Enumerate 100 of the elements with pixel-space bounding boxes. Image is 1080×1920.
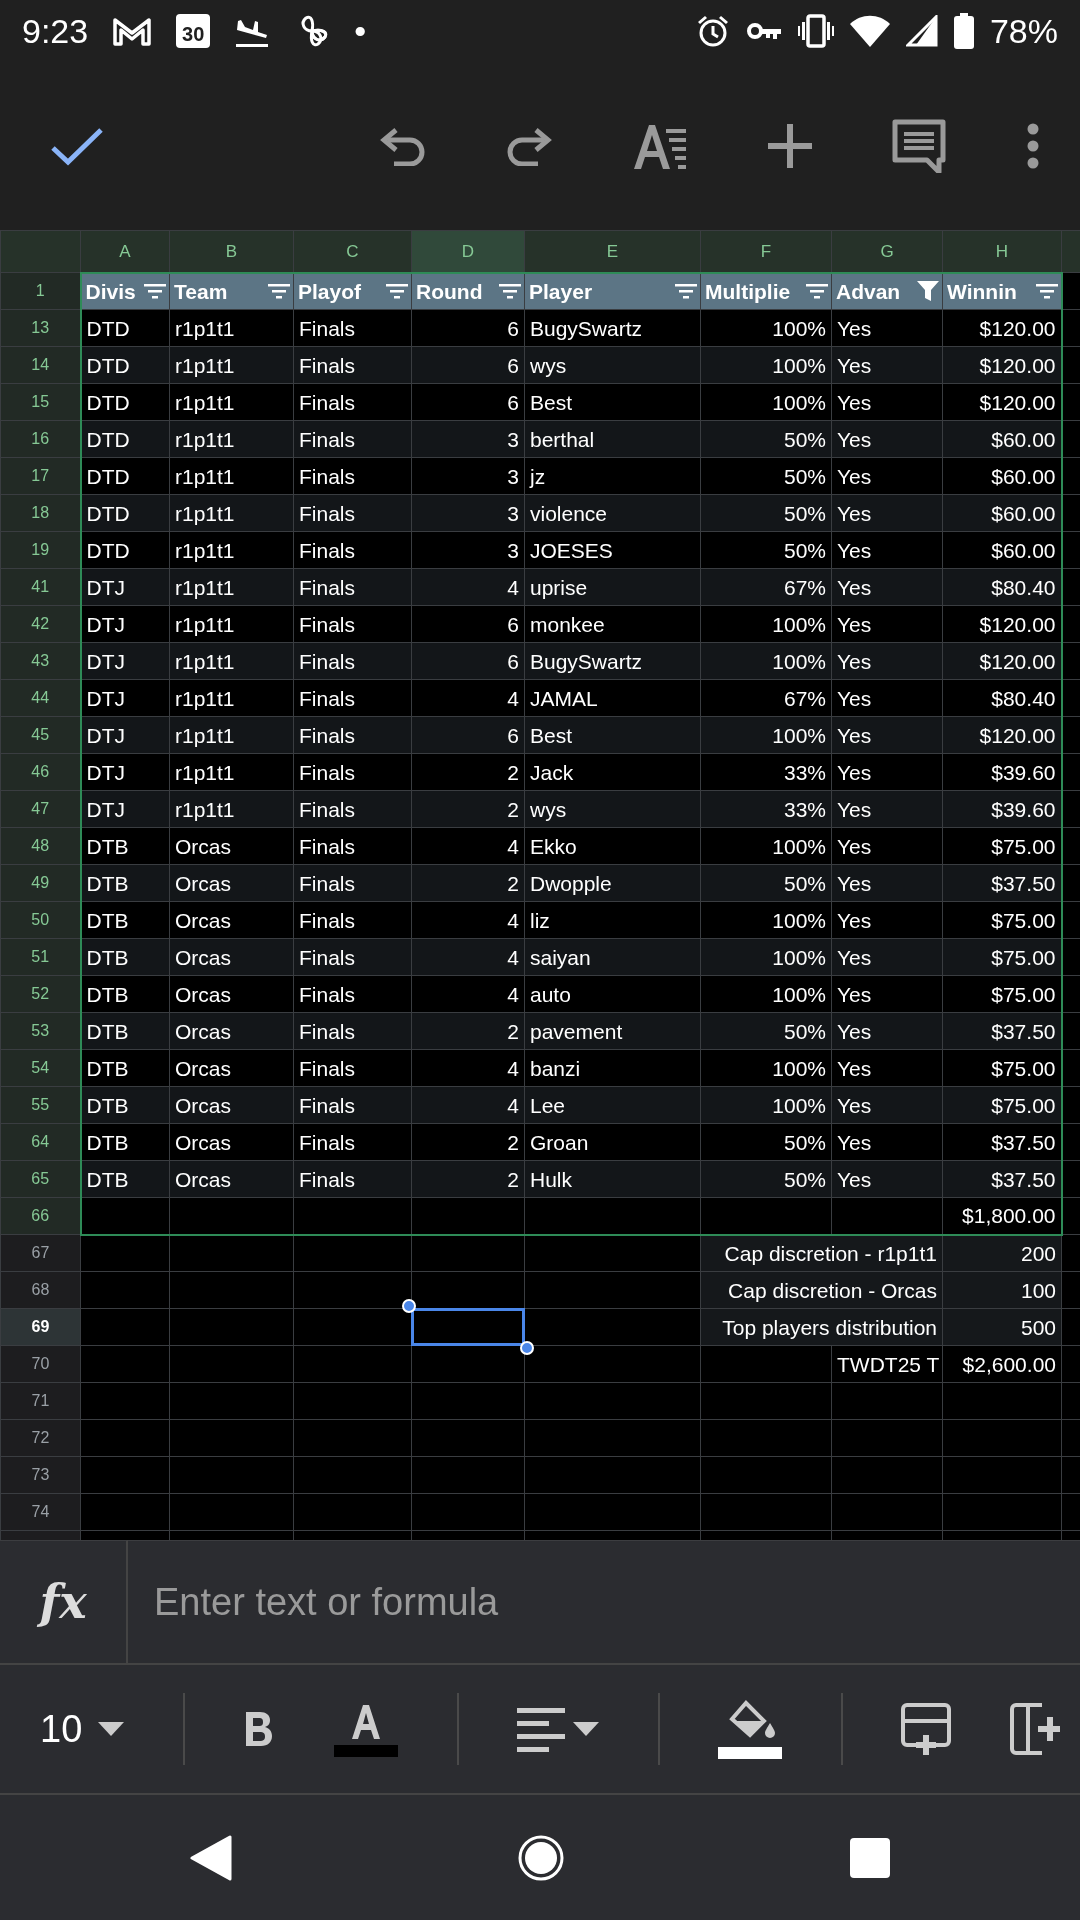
table-cell[interactable]: $75.00 xyxy=(942,1086,1062,1124)
table-cell[interactable]: DTB xyxy=(80,1086,170,1124)
row-number[interactable]: 53 xyxy=(0,1012,81,1050)
table-cell[interactable]: 4 xyxy=(411,938,525,976)
table-cell[interactable]: 67% xyxy=(700,679,832,717)
table-cell[interactable]: Finals xyxy=(293,975,412,1013)
filter-icon[interactable] xyxy=(268,283,290,300)
table-cell[interactable]: 3 xyxy=(411,457,525,495)
table-cell[interactable]: jz xyxy=(524,457,701,495)
table-cell[interactable]: r1p1t1 xyxy=(169,605,294,643)
table-cell[interactable]: 50% xyxy=(700,457,832,495)
row-number[interactable]: 48 xyxy=(0,827,81,865)
table-cell[interactable]: 100% xyxy=(700,346,832,384)
funnel-icon[interactable] xyxy=(917,281,939,302)
row-number[interactable]: 70 xyxy=(0,1345,81,1383)
table-cell[interactable]: Finals xyxy=(293,531,412,569)
filter-icon[interactable] xyxy=(1035,283,1058,300)
undo-icon[interactable] xyxy=(380,126,426,166)
table-cell[interactable]: Finals xyxy=(293,494,412,532)
table-cell[interactable]: wys xyxy=(524,346,701,384)
table-cell[interactable]: Orcas xyxy=(169,1012,294,1050)
table-cell[interactable]: Yes xyxy=(831,1160,943,1198)
table-cell[interactable]: 4 xyxy=(411,827,525,865)
table-cell[interactable]: berthal xyxy=(524,420,701,458)
table-cell[interactable]: banzi xyxy=(524,1049,701,1087)
table-cell[interactable]: auto xyxy=(524,975,701,1013)
table-cell[interactable]: Finals xyxy=(293,1012,412,1050)
table-cell[interactable]: r1p1t1 xyxy=(169,642,294,680)
insert-column-icon[interactable] xyxy=(1009,1703,1060,1755)
table-cell[interactable]: 100% xyxy=(700,1049,832,1087)
table-cell[interactable]: Finals xyxy=(293,1086,412,1124)
table-cell[interactable]: Finals xyxy=(293,457,412,495)
table-cell[interactable]: DTB xyxy=(80,1160,170,1198)
plus-icon[interactable] xyxy=(768,124,812,168)
table-cell[interactable]: Groan xyxy=(524,1123,701,1161)
table-cell[interactable]: 50% xyxy=(700,864,832,902)
table-cell[interactable]: Finals xyxy=(293,346,412,384)
insert-row-icon[interactable] xyxy=(901,1703,952,1755)
row-number[interactable]: 41 xyxy=(0,568,81,606)
row-number[interactable]: 18 xyxy=(0,494,81,532)
table-cell[interactable]: 33% xyxy=(700,790,832,828)
row-number[interactable]: 72 xyxy=(0,1419,81,1457)
table-cell[interactable]: $37.50 xyxy=(942,864,1062,902)
more-options-icon[interactable] xyxy=(1026,123,1040,169)
row-number[interactable]: 68 xyxy=(0,1271,81,1309)
table-cell[interactable]: $120.00 xyxy=(942,716,1062,754)
table-cell[interactable]: Best xyxy=(524,383,701,421)
table-cell[interactable]: $80.40 xyxy=(942,568,1062,606)
table-cell[interactable]: $39.60 xyxy=(942,790,1062,828)
table-cell[interactable]: 4 xyxy=(411,901,525,939)
table-cell[interactable]: Yes xyxy=(831,1086,943,1124)
row-number[interactable]: 51 xyxy=(0,938,81,976)
table-cell[interactable]: DTJ xyxy=(80,790,170,828)
table-cell[interactable]: 6 xyxy=(411,383,525,421)
table-cell[interactable]: Finals xyxy=(293,938,412,976)
table-cell[interactable]: 200 xyxy=(942,1234,1062,1272)
table-cell[interactable]: $37.50 xyxy=(942,1012,1062,1050)
table-cell[interactable]: Yes xyxy=(831,383,943,421)
table-cell[interactable]: Yes xyxy=(831,1012,943,1050)
table-cell[interactable]: 3 xyxy=(411,531,525,569)
table-cell[interactable]: 100% xyxy=(700,827,832,865)
table-cell[interactable]: Ekko xyxy=(524,827,701,865)
recents-icon[interactable] xyxy=(849,1837,890,1878)
table-cell[interactable]: Orcas xyxy=(169,827,294,865)
row-number[interactable]: 67 xyxy=(0,1234,81,1272)
filter-icon[interactable] xyxy=(386,283,408,300)
table-cell[interactable]: 2 xyxy=(411,864,525,902)
table-cell[interactable]: 4 xyxy=(411,1086,525,1124)
table-cell[interactable]: 50% xyxy=(700,1160,832,1198)
table-cell[interactable]: Yes xyxy=(831,346,943,384)
column-header[interactable]: B xyxy=(169,230,294,273)
table-cell[interactable]: Finals xyxy=(293,420,412,458)
comment-icon[interactable] xyxy=(892,119,946,173)
table-cell[interactable]: Yes xyxy=(831,494,943,532)
table-cell[interactable]: 4 xyxy=(411,679,525,717)
table-cell[interactable]: wys xyxy=(524,790,701,828)
table-cell[interactable]: monkee xyxy=(524,605,701,643)
table-cell[interactable]: Yes xyxy=(831,420,943,458)
column-header[interactable]: C xyxy=(293,230,412,273)
table-cell[interactable]: Orcas xyxy=(169,975,294,1013)
table-cell[interactable]: r1p1t1 xyxy=(169,679,294,717)
table-cell[interactable]: 6 xyxy=(411,716,525,754)
fill-color-button[interactable] xyxy=(718,1699,783,1759)
table-cell[interactable]: Orcas xyxy=(169,901,294,939)
table-cell[interactable]: r1p1t1 xyxy=(169,494,294,532)
table-cell[interactable]: Yes xyxy=(831,827,943,865)
table-cell[interactable]: DTJ xyxy=(80,642,170,680)
table-cell[interactable]: pavement xyxy=(524,1012,701,1050)
row-number[interactable]: 65 xyxy=(0,1160,81,1198)
table-cell[interactable]: Finals xyxy=(293,901,412,939)
table-cell[interactable]: $120.00 xyxy=(942,642,1062,680)
redo-icon[interactable] xyxy=(506,126,552,166)
table-cell[interactable]: Finals xyxy=(293,1049,412,1087)
table-cell[interactable]: 6 xyxy=(411,309,525,347)
table-cell[interactable]: $37.50 xyxy=(942,1160,1062,1198)
row-number[interactable]: 16 xyxy=(0,420,81,458)
table-cell[interactable]: 100% xyxy=(700,975,832,1013)
table-cell[interactable]: 2 xyxy=(411,1123,525,1161)
table-cell[interactable]: $2,600.00 xyxy=(942,1345,1062,1383)
table-cell[interactable]: Orcas xyxy=(169,1123,294,1161)
